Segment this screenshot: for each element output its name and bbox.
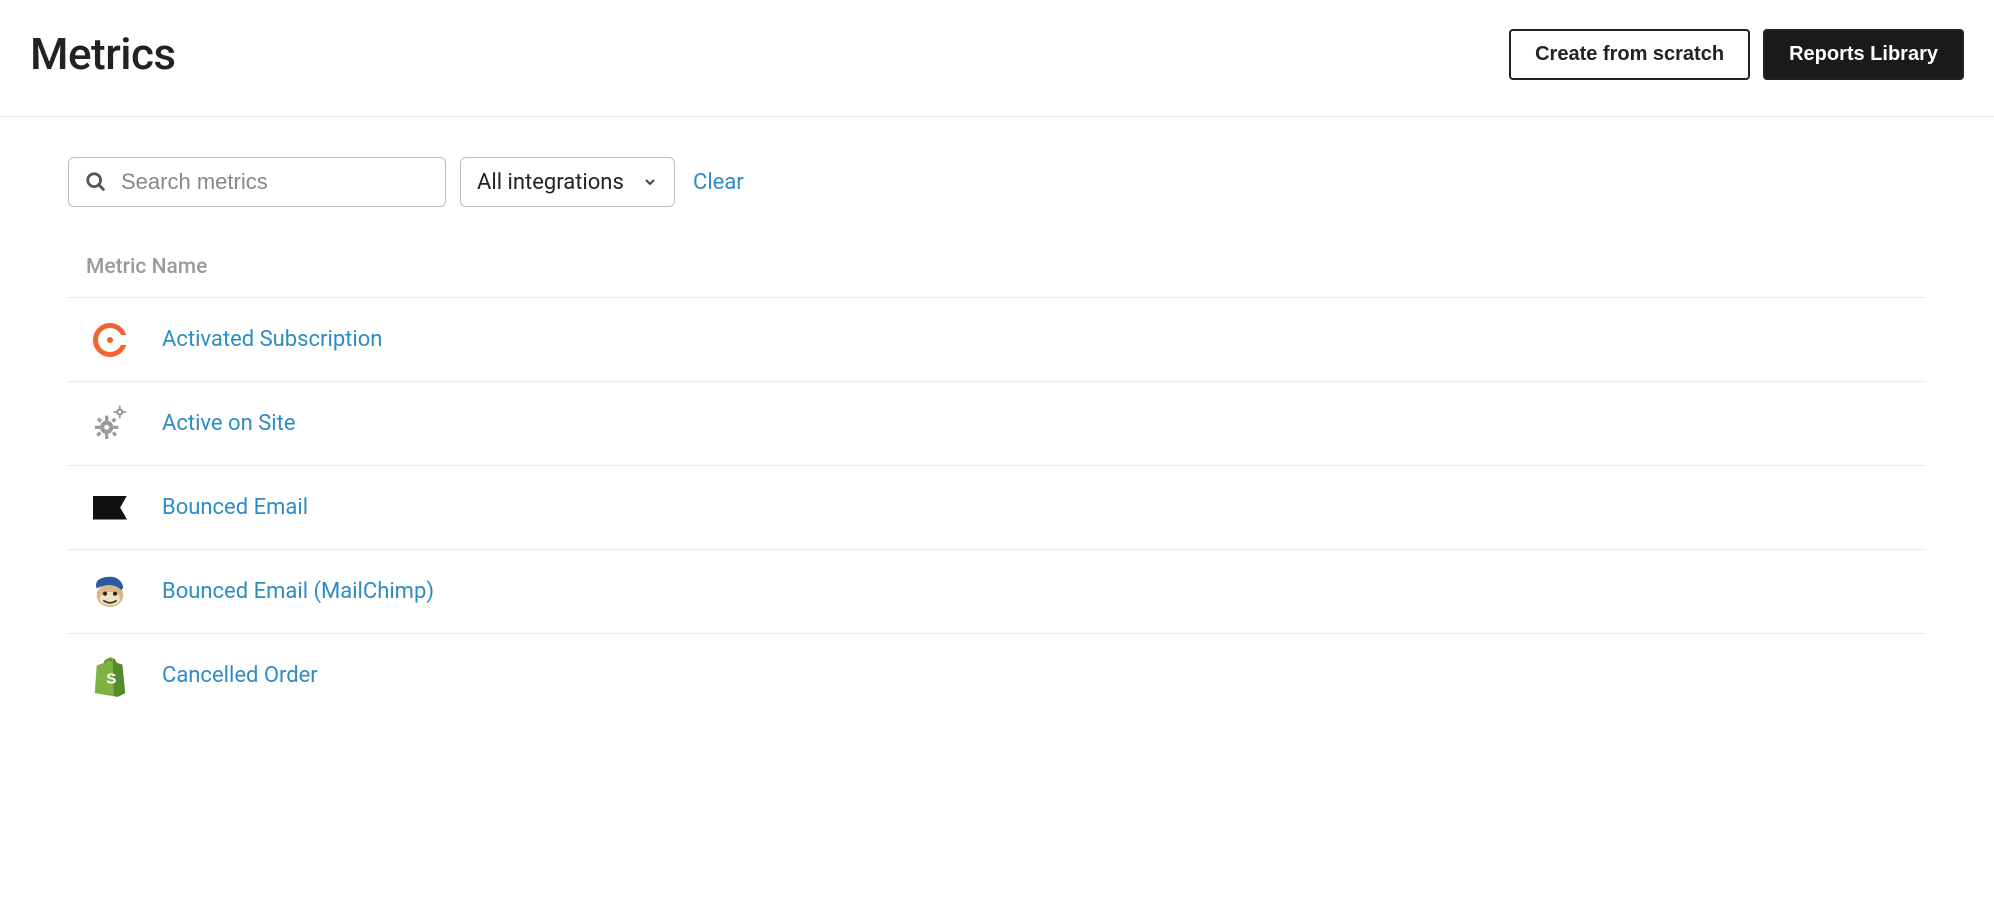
content-area: All integrations Clear Metric Name Activ… [0, 117, 1994, 717]
metric-link-active-on-site[interactable]: Active on Site [162, 411, 295, 436]
integrations-filter-label: All integrations [477, 170, 624, 195]
table-row: S Cancelled Order [68, 633, 1926, 717]
filter-bar: All integrations Clear [68, 157, 1926, 207]
column-header-metric-name: Metric Name [68, 255, 1926, 297]
metric-link-cancelled-order[interactable]: Cancelled Order [162, 663, 318, 688]
page-title: Metrics [30, 28, 176, 80]
table-row: Activated Subscription [68, 297, 1926, 381]
chargify-icon [86, 323, 134, 357]
page-header: Metrics Create from scratch Reports Libr… [0, 0, 1994, 117]
search-input[interactable] [121, 169, 429, 195]
gears-icon [86, 404, 134, 444]
search-icon [85, 171, 107, 193]
create-from-scratch-button[interactable]: Create from scratch [1509, 29, 1750, 80]
chevron-down-icon [642, 174, 658, 190]
search-field-wrapper[interactable] [68, 157, 446, 207]
table-row: Bounced Email [68, 465, 1926, 549]
metrics-table: Metric Name Activated Subscription [68, 255, 1926, 717]
svg-text:S: S [106, 670, 116, 687]
clear-filters-link[interactable]: Clear [693, 170, 744, 195]
metric-link-bounced-email[interactable]: Bounced Email [162, 495, 308, 520]
mailchimp-icon [86, 572, 134, 612]
header-button-group: Create from scratch Reports Library [1509, 29, 1964, 80]
metric-link-activated-subscription[interactable]: Activated Subscription [162, 327, 382, 352]
table-row: Active on Site [68, 381, 1926, 465]
flag-icon [86, 496, 134, 520]
shopify-icon: S [86, 655, 134, 697]
metric-link-bounced-email-mailchimp[interactable]: Bounced Email (MailChimp) [162, 579, 434, 604]
integrations-filter-select[interactable]: All integrations [460, 157, 675, 207]
table-row: Bounced Email (MailChimp) [68, 549, 1926, 633]
reports-library-button[interactable]: Reports Library [1763, 29, 1964, 80]
